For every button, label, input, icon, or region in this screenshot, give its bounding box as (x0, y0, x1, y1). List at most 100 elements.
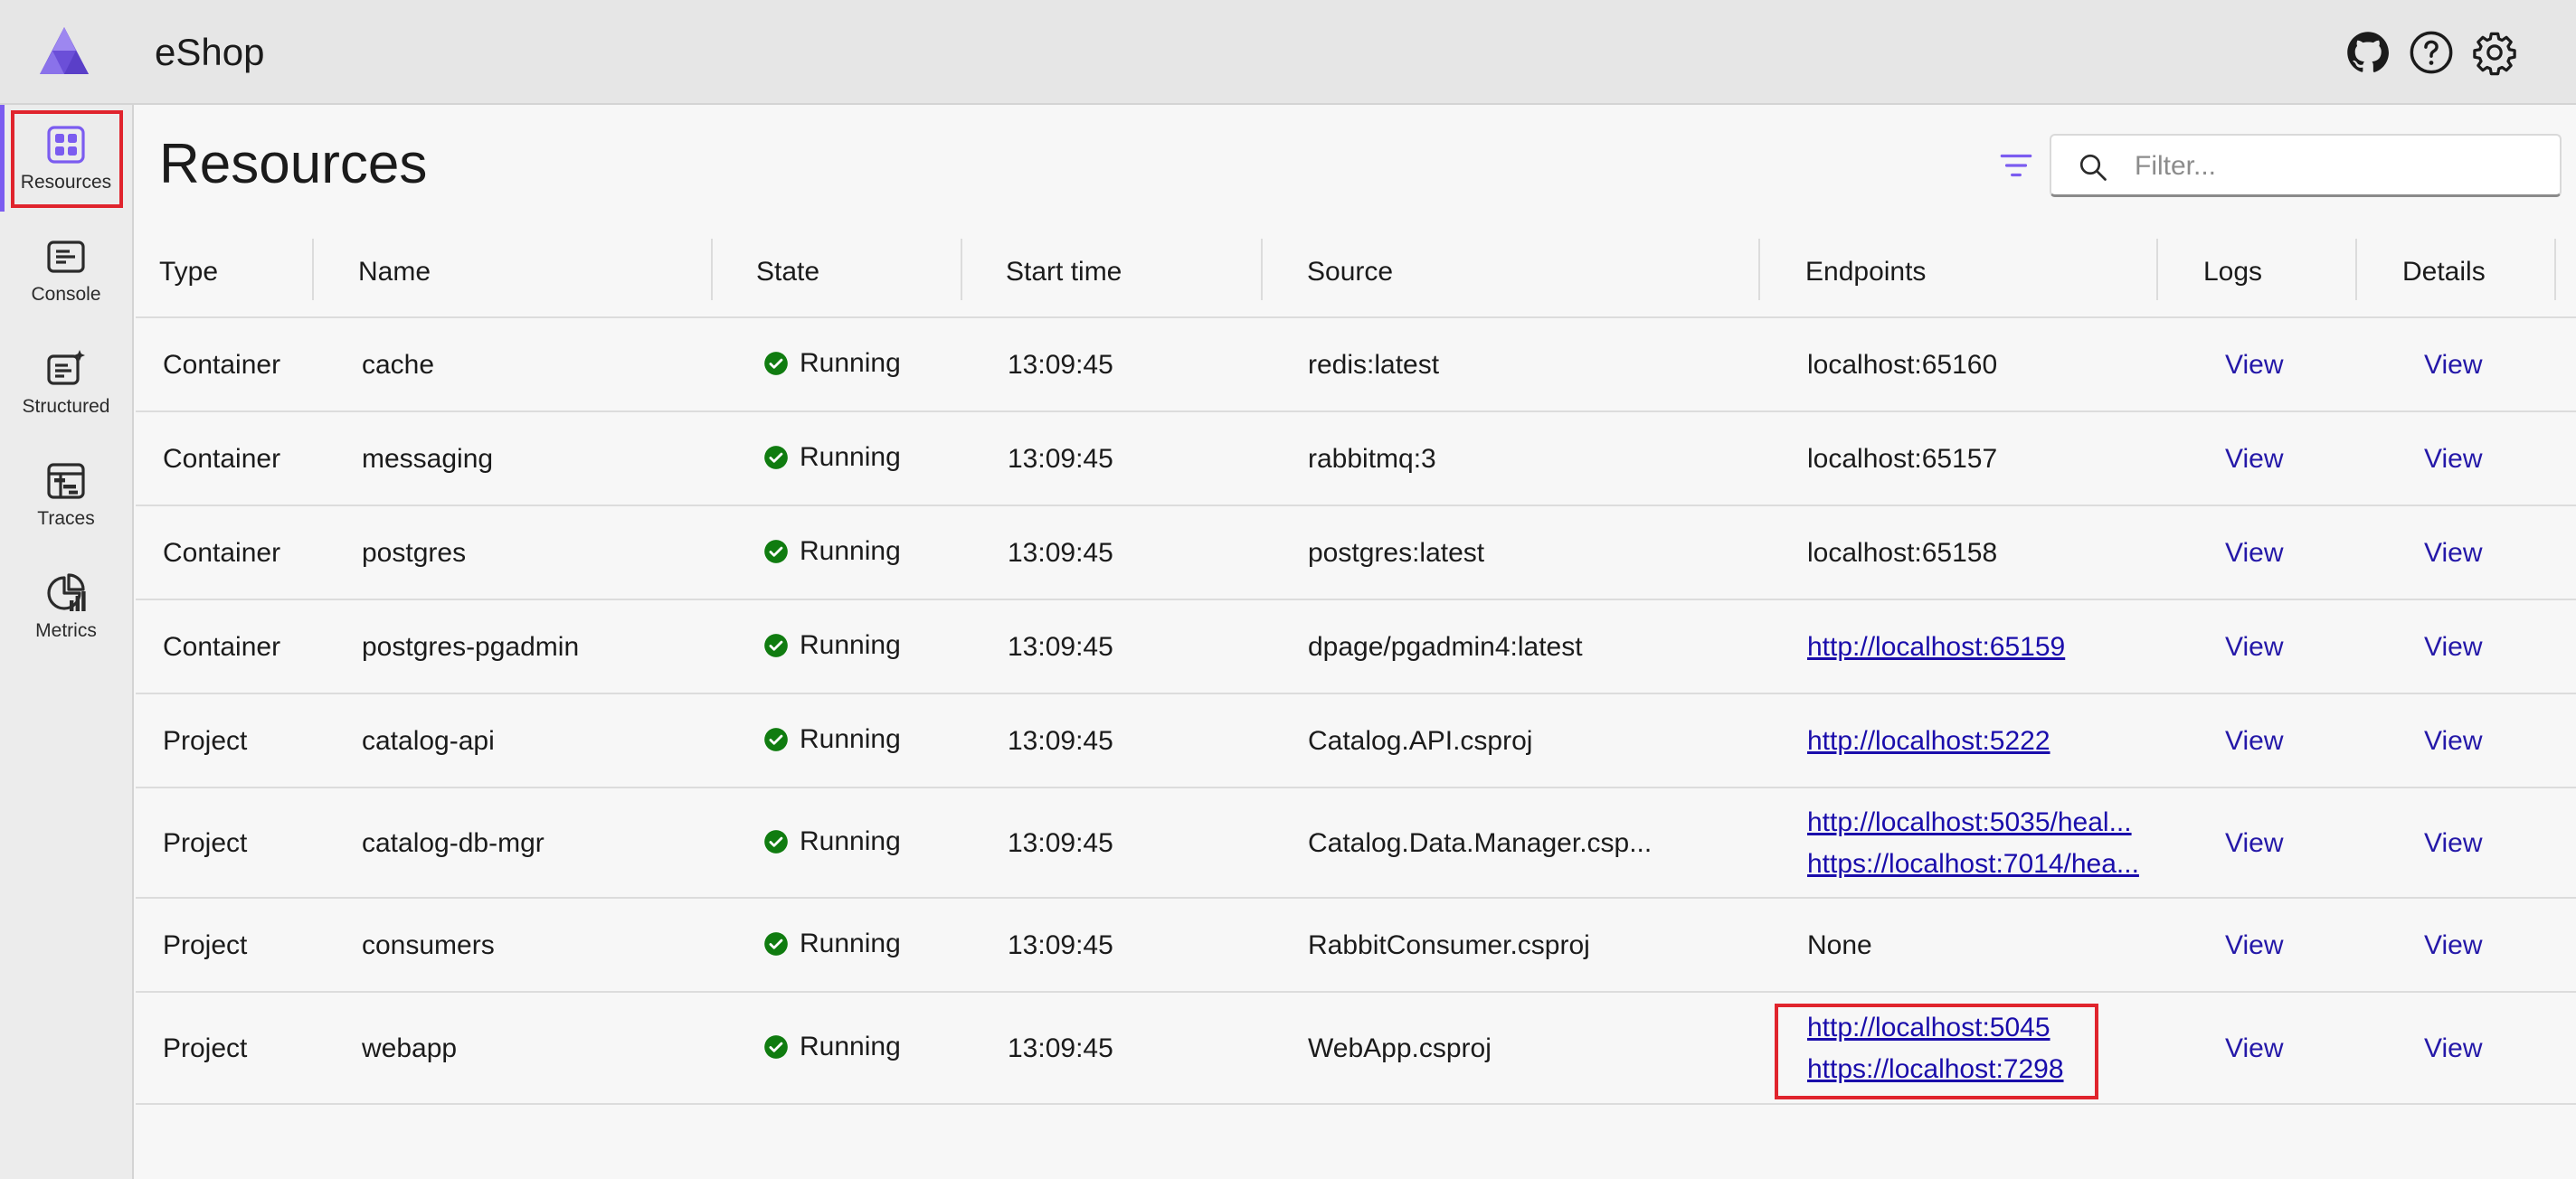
search-icon (2077, 151, 2109, 184)
cell-start-time: 13:09:45 (1008, 726, 1113, 756)
cell-name: catalog-db-mgr (362, 828, 545, 858)
cell-state: Running (763, 929, 901, 959)
filter-icon[interactable] (1997, 146, 2035, 184)
structured-logs-icon (44, 347, 88, 391)
endpoint-link[interactable]: http://localhost:5222 (1807, 726, 2050, 757)
cell-start-time: 13:09:45 (1008, 538, 1113, 568)
endpoint-link[interactable]: http://localhost:65159 (1807, 632, 2065, 663)
column-divider[interactable] (312, 239, 314, 300)
cell-state: Running (763, 536, 901, 567)
filter-input[interactable] (2133, 145, 2543, 188)
view-logs-button[interactable]: View (2225, 350, 2283, 381)
cell-name: messaging (362, 444, 494, 474)
table-row: Project consumers Running 13:09:45 RabbitCon… (136, 899, 2576, 993)
sidebar-item-label: Structured (22, 396, 110, 417)
column-divider[interactable] (1261, 239, 1263, 300)
state-label: Running (800, 826, 901, 856)
state-label: Running (800, 348, 901, 378)
settings-icon[interactable] (2471, 29, 2518, 76)
cell-name: webapp (362, 1033, 458, 1063)
github-icon[interactable] (2344, 29, 2391, 76)
column-divider[interactable] (2554, 239, 2556, 300)
cell-type: Container (163, 444, 281, 474)
state-label: Running (800, 1032, 901, 1061)
cell-type: Project (163, 726, 248, 756)
cell-start-time: 13:09:45 (1008, 1033, 1113, 1063)
cell-name: cache (362, 350, 435, 380)
endpoint-link[interactable]: https://localhost:7014/hea... (1807, 849, 2139, 880)
column-divider[interactable] (961, 239, 962, 300)
cell-type: Project (163, 828, 248, 858)
aspire-logo-icon[interactable] (36, 25, 92, 78)
cell-state: Running (763, 724, 901, 755)
cell-start-time: 13:09:45 (1008, 350, 1113, 380)
view-logs-button[interactable]: View (2225, 632, 2283, 663)
column-header-type[interactable]: Type (159, 257, 218, 288)
table-row: Container postgres Running 13:09:45 postgres… (136, 506, 2576, 600)
view-logs-button[interactable]: View (2225, 538, 2283, 569)
running-status-icon (763, 931, 789, 957)
view-logs-button[interactable]: View (2225, 726, 2283, 757)
cell-type: Project (163, 930, 248, 960)
table-header: Type Name State Start time Source Endpoi… (136, 237, 2576, 318)
column-header-name[interactable]: Name (358, 257, 431, 288)
cell-type: Container (163, 538, 281, 568)
filter-search-box[interactable] (2050, 134, 2562, 197)
view-details-button[interactable]: View (2424, 726, 2482, 757)
table-body: Container cache Running 13:09:45 redis:lates… (136, 318, 2576, 1105)
view-details-button[interactable]: View (2424, 1033, 2482, 1064)
table-row: Project webapp Running 13:09:45 WebApp.cspro… (136, 993, 2576, 1105)
cell-name: catalog-api (362, 726, 495, 756)
view-logs-button[interactable]: View (2225, 444, 2283, 475)
state-label: Running (800, 929, 901, 958)
top-header: eShop (0, 0, 2576, 105)
traces-icon (44, 459, 88, 503)
cell-source: rabbitmq:3 (1308, 444, 1436, 474)
view-logs-button[interactable]: View (2225, 930, 2283, 961)
metrics-icon (44, 571, 88, 615)
highlight-box (11, 110, 123, 208)
running-status-icon (763, 445, 789, 470)
view-details-button[interactable]: View (2424, 930, 2482, 961)
column-divider[interactable] (2355, 239, 2357, 300)
view-details-button[interactable]: View (2424, 632, 2482, 663)
sidebar-item-label: Metrics (35, 620, 97, 641)
cell-state: Running (763, 1032, 901, 1062)
running-status-icon (763, 829, 789, 854)
cell-type: Container (163, 632, 281, 662)
view-details-button[interactable]: View (2424, 444, 2482, 475)
sidebar-item-label: Console (31, 284, 101, 305)
view-details-button[interactable]: View (2424, 350, 2482, 381)
column-header-state[interactable]: State (756, 257, 819, 288)
sidebar-item-resources[interactable]: Resources (0, 105, 132, 212)
endpoint-text: None (1807, 930, 1872, 960)
endpoint-link[interactable]: http://localhost:5035/heal... (1807, 807, 2132, 838)
cell-start-time: 13:09:45 (1008, 828, 1113, 858)
cell-state: Running (763, 348, 901, 379)
column-divider[interactable] (711, 239, 713, 300)
table-row: Container postgres-pgadmin Running 13:09:45… (136, 600, 2576, 694)
column-divider[interactable] (1758, 239, 1760, 300)
sidebar-item-metrics[interactable]: Metrics (0, 553, 132, 660)
table-row: Container cache Running 13:09:45 redis:lates… (136, 318, 2576, 412)
view-logs-button[interactable]: View (2225, 1033, 2283, 1064)
sidebar-item-traces[interactable]: Traces (0, 441, 132, 548)
column-divider[interactable] (2156, 239, 2158, 300)
view-details-button[interactable]: View (2424, 828, 2482, 859)
console-icon (44, 235, 88, 278)
help-icon[interactable] (2408, 29, 2455, 76)
sidebar: Resources Console Structured Traces Metr… (0, 105, 134, 1179)
view-logs-button[interactable]: View (2225, 828, 2283, 859)
view-details-button[interactable]: View (2424, 538, 2482, 569)
sidebar-item-structured[interactable]: Structured (0, 329, 132, 436)
column-header-endpoints[interactable]: Endpoints (1805, 257, 1926, 288)
column-header-start-time[interactable]: Start time (1006, 257, 1122, 288)
app-title[interactable]: eShop (155, 31, 264, 74)
table-row: Container messaging Running 13:09:45 rabbitm… (136, 412, 2576, 506)
running-status-icon (763, 727, 789, 752)
cell-state: Running (763, 442, 901, 473)
page-title: Resources (159, 133, 428, 195)
sidebar-item-console[interactable]: Console (0, 217, 132, 324)
running-status-icon (763, 633, 789, 658)
column-header-source[interactable]: Source (1307, 257, 1393, 288)
